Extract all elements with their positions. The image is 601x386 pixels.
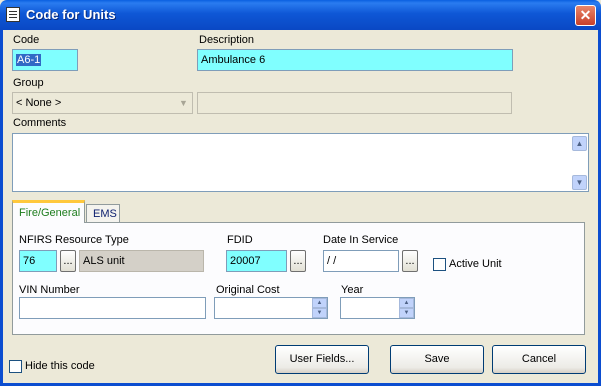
original-cost-spinner[interactable]: ▲ ▼ bbox=[312, 298, 327, 318]
group-dropdown[interactable]: < None > bbox=[12, 92, 193, 114]
spin-down-icon[interactable]: ▼ bbox=[399, 308, 414, 318]
spin-down-icon[interactable]: ▼ bbox=[312, 308, 327, 318]
scroll-down-arrow-icon[interactable]: ▼ bbox=[572, 175, 587, 190]
active-unit-checkbox[interactable] bbox=[433, 258, 446, 271]
save-button[interactable]: Save bbox=[390, 345, 484, 374]
close-button[interactable]: ✕ bbox=[575, 5, 596, 26]
scroll-up-arrow-icon[interactable]: ▲ bbox=[572, 136, 587, 151]
tab-fire-general[interactable]: Fire/General bbox=[12, 200, 85, 223]
code-input[interactable]: A6-1 bbox=[12, 49, 78, 71]
active-unit-label: Active Unit bbox=[449, 258, 502, 270]
fdid-label: FDID bbox=[227, 234, 253, 246]
description-label: Description bbox=[199, 34, 255, 46]
title-bar[interactable]: Code for Units ✕ bbox=[0, 0, 601, 30]
date-picker-button[interactable]: ... bbox=[402, 250, 418, 272]
original-cost-label: Original Cost bbox=[216, 284, 280, 296]
tab-fire-general-label: Fire/General bbox=[19, 207, 81, 219]
hide-code-checkbox[interactable] bbox=[9, 360, 22, 373]
fdid-lookup-button[interactable]: ... bbox=[290, 250, 306, 272]
vin-number-label: VIN Number bbox=[19, 284, 80, 296]
spin-up-icon[interactable]: ▲ bbox=[399, 298, 414, 308]
user-fields-button[interactable]: User Fields... bbox=[275, 345, 369, 374]
original-cost-input[interactable] bbox=[214, 297, 328, 319]
description-input[interactable]: Ambulance 6 bbox=[197, 49, 513, 71]
nfirs-resource-type-label: NFIRS Resource Type bbox=[19, 234, 129, 246]
comments-textarea[interactable] bbox=[12, 133, 589, 192]
tab-ems[interactable]: EMS bbox=[86, 204, 120, 222]
year-label: Year bbox=[341, 284, 364, 296]
date-in-service-label: Date In Service bbox=[323, 234, 399, 246]
comments-label: Comments bbox=[13, 117, 67, 129]
nfirs-lookup-button[interactable]: ... bbox=[60, 250, 76, 272]
nfirs-code-input[interactable]: 76 bbox=[19, 250, 57, 272]
group-label: Group bbox=[13, 77, 44, 89]
chevron-down-icon[interactable]: ▼ bbox=[175, 93, 192, 113]
cancel-button[interactable]: Cancel bbox=[492, 345, 586, 374]
code-value: A6-1 bbox=[16, 54, 42, 66]
vin-number-input[interactable] bbox=[19, 297, 206, 319]
group-selected-value: < None > bbox=[16, 97, 62, 109]
hide-code-label: Hide this code bbox=[25, 360, 95, 372]
fdid-input[interactable]: 20007 bbox=[226, 250, 287, 272]
date-in-service-input[interactable]: / / bbox=[323, 250, 399, 272]
code-label: Code bbox=[13, 34, 40, 46]
window-title: Code for Units bbox=[26, 7, 116, 22]
year-spinner[interactable]: ▲ ▼ bbox=[399, 298, 414, 318]
nfirs-description-field: ALS unit bbox=[79, 250, 204, 272]
window-frame-left bbox=[0, 30, 3, 386]
document-icon bbox=[6, 7, 20, 22]
tab-ems-label: EMS bbox=[93, 208, 117, 220]
group-description-field bbox=[197, 92, 512, 114]
spin-up-icon[interactable]: ▲ bbox=[312, 298, 327, 308]
